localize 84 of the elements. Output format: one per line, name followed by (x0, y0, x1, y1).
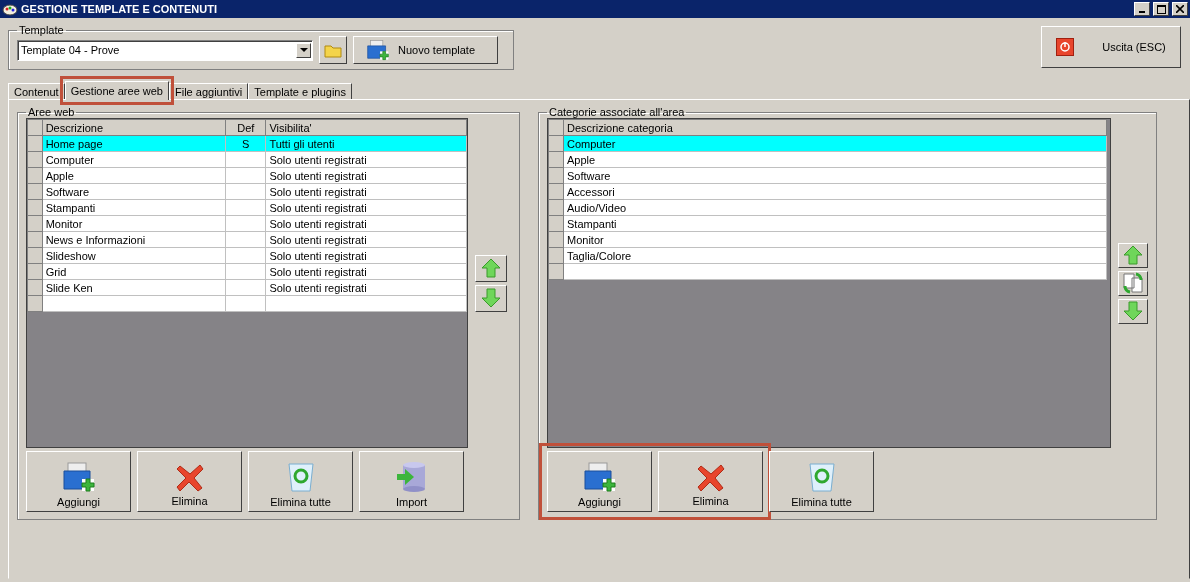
cross-icon (174, 462, 205, 492)
group-label: Categorie associate all'area (548, 106, 686, 118)
table-cell: Computer (567, 137, 616, 150)
table-cell: Solo utenti registrati (269, 201, 367, 214)
table-cell: Taglia/Colore (567, 249, 632, 262)
table-cell: Solo utenti registrati (269, 233, 367, 246)
close-icon (1176, 5, 1184, 13)
table-row[interactable]: Home page S Tutti gli utenti (27, 135, 467, 152)
up-button[interactable] (475, 254, 507, 282)
maximize-button[interactable] (1153, 2, 1169, 16)
up-arrow-icon (481, 258, 501, 278)
table-cell: Solo utenti registrati (269, 217, 367, 230)
table-cell: Apple (45, 169, 74, 182)
table-cell: Solo utenti registrati (269, 281, 367, 294)
table-cell: Slide Ken (45, 281, 93, 294)
table-row[interactable]: Apple Solo utenti registrati (27, 167, 467, 184)
table-cell: Apple (567, 153, 596, 166)
down-arrow-icon (1123, 301, 1143, 321)
palette-icon (2, 2, 18, 16)
table-cell: Software (567, 169, 611, 182)
dropdown-arrow-icon (299, 48, 308, 52)
swap-pages-icon (1122, 272, 1144, 294)
table-row[interactable]: Slide Ken Solo utenti registrati (27, 279, 467, 296)
table-cell: Computer (45, 153, 94, 166)
table-cell: Monitor (45, 217, 83, 230)
column-header: Visibilita' (265, 119, 467, 136)
group-label: Template (18, 24, 65, 36)
table-cell: News e Informazioni (45, 233, 146, 246)
table-cell: Stampanti (45, 201, 96, 214)
up-arrow-icon (1123, 245, 1143, 265)
add-button[interactable]: Aggiungi (547, 451, 652, 512)
new-template-button[interactable]: Nuovo template (353, 36, 498, 64)
table-cell: Solo utenti registrati (269, 169, 367, 182)
template-dropdown[interactable]: Template 04 - Prove (17, 39, 313, 61)
down-button[interactable] (475, 284, 507, 312)
column-header: Def (225, 119, 266, 136)
table-cell: Monitor (567, 233, 604, 246)
tab[interactable]: Contenut (8, 83, 65, 99)
exit-button[interactable]: Uscita (ESC) (1041, 26, 1181, 68)
window-title: GESTIONE TEMPLATE E CONTENUTI (21, 3, 217, 15)
open-folder-button[interactable] (319, 36, 347, 64)
up-button[interactable] (1118, 242, 1148, 268)
table-cell: Solo utenti registrati (269, 265, 367, 278)
trash-button[interactable]: Elimina tutte (769, 451, 874, 512)
maximize-icon (1156, 4, 1166, 14)
table-cell: Stampanti (567, 217, 617, 230)
table-row[interactable]: Computer Solo utenti registrati (27, 151, 467, 168)
delete-button[interactable]: Elimina (658, 451, 763, 512)
table-cell: Solo utenti registrati (269, 153, 367, 166)
import-button[interactable]: Import (359, 451, 464, 512)
tab[interactable]: File aggiuntivi (169, 83, 249, 99)
table-row[interactable]: Stampanti Solo utenti registrati (27, 199, 467, 216)
recycle-bin-icon (807, 461, 836, 493)
cross-icon (695, 462, 726, 492)
power-icon (1056, 38, 1075, 56)
table-cell: Software (45, 185, 90, 198)
recycle-bin-icon (286, 461, 315, 493)
table-row[interactable]: Slideshow Solo utenti registrati (27, 247, 467, 264)
folder-icon (324, 42, 342, 58)
minimize-button[interactable] (1134, 2, 1150, 16)
table-cell: Grid (45, 265, 67, 278)
add-button[interactable]: Aggiungi (26, 451, 131, 512)
table-row[interactable]: News e Informazioni Solo utenti registrati (27, 231, 467, 248)
swap-button[interactable] (1118, 270, 1148, 296)
table-cell: Home page (45, 137, 103, 150)
table-cell: Audio/Video (567, 201, 627, 214)
delete-button[interactable]: Elimina (137, 451, 242, 512)
tab[interactable]: Template e plugins (248, 83, 352, 99)
table-row[interactable]: Monitor Solo utenti registrati (27, 215, 467, 232)
table-cell: S (242, 137, 250, 150)
table-row[interactable]: Software Solo utenti registrati (27, 183, 467, 200)
close-button[interactable] (1172, 2, 1188, 16)
column-header: Descrizione (42, 119, 226, 136)
table-cell: Tutti gli utenti (269, 137, 335, 150)
down-button[interactable] (1118, 298, 1148, 324)
down-arrow-icon (481, 288, 501, 308)
group-label: Aree web (27, 106, 76, 118)
table-cell: Solo utenti registrati (269, 249, 367, 262)
table-cell: Slideshow (45, 249, 96, 262)
column-header: Descrizione categoria (563, 119, 1107, 136)
table-cell: Solo utenti registrati (269, 185, 367, 198)
trash-button[interactable]: Elimina tutte (248, 451, 353, 512)
table-cell: Accessori (567, 185, 615, 198)
table-row[interactable]: Grid Solo utenti registrati (27, 263, 467, 280)
